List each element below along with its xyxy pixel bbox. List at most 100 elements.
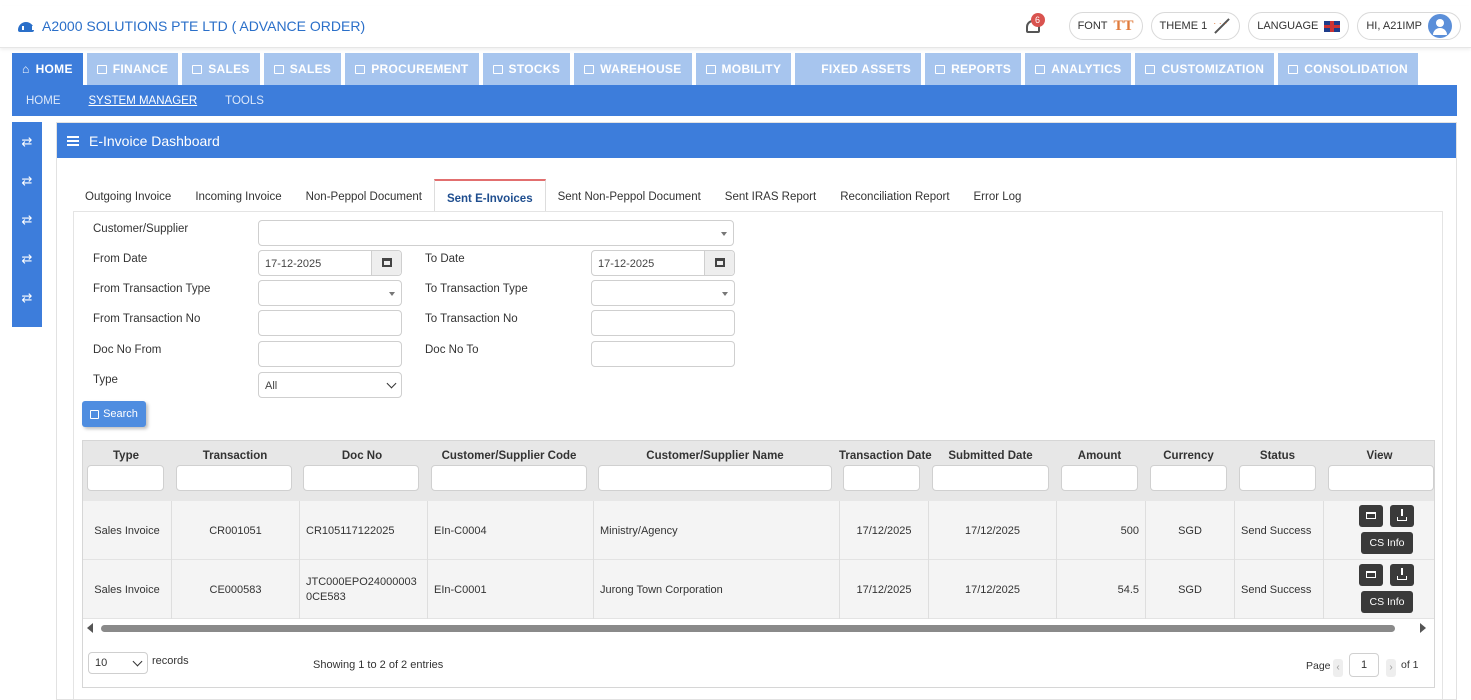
doc-no-from-input[interactable]	[258, 341, 402, 367]
prev-page-icon[interactable]: ‹	[1333, 659, 1343, 677]
nav-tab-reports[interactable]: REPORTS	[925, 53, 1022, 85]
nav-tab-warehouse[interactable]: WAREHOUSE	[574, 53, 692, 85]
cell-view: CS Info	[1324, 501, 1436, 560]
column-header[interactable]: Transaction	[172, 450, 298, 462]
tab-non-peppol-document[interactable]: Non-Peppol Document	[294, 179, 434, 212]
print-icon[interactable]	[1359, 564, 1383, 586]
horizontal-scrollbar[interactable]	[83, 621, 1434, 635]
swap-arrows-icon[interactable]: ⇄	[12, 132, 42, 152]
page-number-input[interactable]: 1	[1349, 653, 1379, 677]
tab-outgoing-invoice[interactable]: Outgoing Invoice	[73, 179, 183, 212]
column-filter-input[interactable]	[1328, 465, 1434, 491]
subnav-tools[interactable]: TOOLS	[225, 95, 264, 107]
warehouse-icon	[584, 64, 595, 74]
tab-error-log[interactable]: Error Log	[962, 179, 1034, 212]
subnav-system-manager[interactable]: SYSTEM MANAGER	[89, 95, 198, 107]
nav-tab-finance[interactable]: FINANCE	[86, 53, 179, 85]
nav-label: SALES	[289, 62, 332, 76]
scroll-left-arrow-icon[interactable]	[87, 623, 93, 633]
column-header[interactable]: Amount	[1057, 450, 1142, 462]
column-filter-input[interactable]	[843, 465, 920, 491]
menu-icon[interactable]	[67, 135, 79, 146]
swap-arrows-icon[interactable]: ⇄	[12, 288, 42, 308]
subnav-home[interactable]: HOME	[26, 95, 61, 107]
column-filter-input[interactable]	[1239, 465, 1316, 491]
records-label: records	[152, 655, 189, 667]
column-filter-input[interactable]	[598, 465, 832, 491]
cs-info-button[interactable]: CS Info	[1361, 591, 1413, 613]
nav-tab-home[interactable]: ⌂ HOME	[12, 53, 83, 85]
column-header[interactable]: Submitted Date	[928, 450, 1053, 462]
tab-reconciliation-report[interactable]: Reconciliation Report	[828, 179, 961, 212]
doc-no-from-label: Doc No From	[93, 344, 162, 356]
column-header[interactable]: Currency	[1146, 450, 1231, 462]
download-icon[interactable]	[1390, 505, 1414, 527]
column-header[interactable]: Status	[1235, 450, 1320, 462]
table-row[interactable]: Sales Invoice CR001051 CR105117122025 EI…	[83, 501, 1434, 560]
column-filter-input[interactable]	[303, 465, 419, 491]
user-menu-button[interactable]: HI, A21IMP	[1357, 12, 1461, 40]
nav-tab-stocks[interactable]: STOCKS	[482, 53, 571, 85]
from-transaction-type-select[interactable]	[258, 280, 402, 306]
cs-info-button[interactable]: CS Info	[1361, 532, 1413, 554]
calendar-icon[interactable]	[371, 251, 401, 275]
page-size-select[interactable]: 10	[88, 652, 148, 674]
column-header[interactable]: View	[1324, 450, 1435, 462]
tab-incoming-invoice[interactable]: Incoming Invoice	[183, 179, 293, 212]
save-icon	[90, 409, 100, 419]
nav-tab-sales[interactable]: SALES	[182, 53, 260, 85]
scrollbar-thumb[interactable]	[101, 625, 1395, 632]
swap-arrows-icon[interactable]: ⇄	[12, 210, 42, 230]
notification-bell-icon[interactable]: 6	[1023, 12, 1047, 40]
type-select[interactable]: All	[258, 372, 402, 398]
next-page-icon[interactable]: ›	[1386, 659, 1396, 677]
bar-chart-icon	[935, 64, 946, 74]
to-transaction-no-input[interactable]	[591, 310, 735, 336]
column-filter-input[interactable]	[1061, 465, 1138, 491]
cell-amount: 54.5	[1057, 560, 1146, 619]
cell-view: CS Info	[1324, 560, 1436, 619]
column-header[interactable]: Transaction Date	[839, 450, 932, 462]
language-button[interactable]: LANGUAGE	[1248, 12, 1350, 40]
swap-arrows-icon[interactable]: ⇄	[12, 249, 42, 269]
customer-supplier-select[interactable]	[258, 220, 734, 246]
panel-title: E-Invoice Dashboard	[89, 132, 220, 149]
nav-tab-analytics[interactable]: ANALYTICS	[1025, 53, 1132, 85]
nav-tab-sales-2[interactable]: SALES	[263, 53, 342, 85]
cell-name: Ministry/Agency	[594, 501, 840, 560]
nav-tab-consolidation[interactable]: CONSOLIDATION	[1278, 53, 1418, 85]
theme-button[interactable]: THEME 1	[1150, 12, 1241, 40]
from-date-input[interactable]: 17-12-2025	[258, 250, 402, 276]
font-button[interactable]: FONT TT	[1068, 12, 1143, 40]
calendar-icon[interactable]	[704, 251, 734, 275]
table-row[interactable]: Sales Invoice CE000583 JTC000EPO24000003…	[83, 560, 1434, 619]
column-header[interactable]: Type	[83, 450, 169, 462]
nav-label: STOCKS	[508, 62, 561, 76]
nav-tab-procurement[interactable]: PROCUREMENT	[345, 53, 479, 85]
column-filter-input[interactable]	[87, 465, 164, 491]
tab-sent-non-peppol-document[interactable]: Sent Non-Peppol Document	[546, 179, 713, 212]
to-date-input[interactable]: 17-12-2025	[591, 250, 735, 276]
from-transaction-no-input[interactable]	[258, 310, 402, 336]
column-header[interactable]: Doc No	[299, 450, 425, 462]
nav-tab-fixed-assets[interactable]: FIXED ASSETS	[795, 53, 922, 85]
search-button[interactable]: Search	[82, 401, 146, 427]
swap-arrows-icon[interactable]: ⇄	[12, 171, 42, 191]
tab-sent-iras-report[interactable]: Sent IRAS Report	[713, 179, 828, 212]
cart-icon	[1288, 64, 1299, 74]
column-header[interactable]: Customer/Supplier Name	[594, 450, 836, 462]
download-icon[interactable]	[1390, 564, 1414, 586]
column-filter-input[interactable]	[431, 465, 587, 491]
column-filter-input[interactable]	[176, 465, 292, 491]
column-header[interactable]: Customer/Supplier Code	[427, 450, 591, 462]
to-transaction-type-select[interactable]	[591, 280, 735, 306]
column-filter-input[interactable]	[1150, 465, 1227, 491]
doc-no-to-input[interactable]	[591, 341, 735, 367]
print-icon[interactable]	[1359, 505, 1383, 527]
scroll-right-arrow-icon[interactable]	[1420, 623, 1426, 633]
results-grid: Type Transaction Doc No Customer/Supplie…	[82, 440, 1435, 688]
column-filter-input[interactable]	[932, 465, 1049, 491]
nav-tab-mobility[interactable]: MOBILITY	[695, 53, 792, 85]
nav-tab-customization[interactable]: CUSTOMIZATION	[1135, 53, 1275, 85]
tab-sent-einvoices[interactable]: Sent E-Invoices	[433, 179, 546, 212]
